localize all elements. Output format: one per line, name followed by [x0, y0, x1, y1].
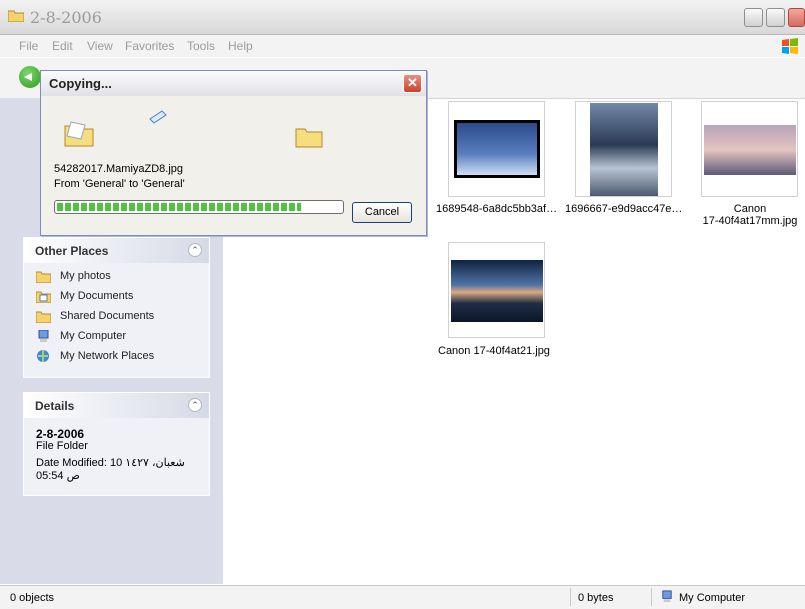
dialog-title: Copying...: [49, 76, 112, 91]
details-time-line: 05:54 ص: [36, 470, 80, 482]
network-icon: [37, 350, 49, 362]
flying-document-icon: [149, 110, 167, 124]
status-divider: [570, 588, 571, 606]
window-titlebar: 2-8-2006: [0, 0, 805, 35]
photo-thumbnail: [451, 260, 543, 322]
copy-progress-fill: [57, 203, 301, 211]
other-places-title: Other Places: [35, 244, 109, 258]
details-date-line: Date Modified: 10 شعبان، ١٤٢٧: [36, 457, 185, 469]
details-panel: Details ⌃ 2-8-2006 File Folder Date Modi…: [23, 392, 210, 496]
cancel-button[interactable]: Cancel: [352, 202, 412, 223]
copy-progress-bar: [54, 200, 344, 214]
menu-help[interactable]: Help: [228, 39, 253, 53]
menu-view[interactable]: View: [87, 39, 113, 53]
other-places-panel: Other Places ⌃ My photos My Documents Sh…: [23, 237, 210, 378]
computer-icon: [38, 330, 49, 342]
destination-folder-icon: [295, 128, 323, 148]
file-caption-line: Canon: [733, 203, 767, 215]
file-thumbnail[interactable]: [575, 101, 672, 197]
copying-filename: 54282017.MamiyaZD8.jpg: [54, 163, 184, 175]
file-caption[interactable]: 1696667-e9d9acc47e…: [565, 203, 682, 215]
menu-favorites[interactable]: Favorites: [125, 39, 174, 53]
my-documents-icon: [36, 291, 51, 303]
photo-thumbnail: [704, 125, 796, 175]
status-divider: [651, 588, 652, 606]
folder-icon: [8, 10, 24, 22]
status-location: My Computer: [679, 592, 746, 604]
status-object-count: 0 objects: [10, 592, 55, 604]
photo-thumbnail: [454, 120, 540, 178]
menu-tools[interactable]: Tools: [187, 39, 215, 53]
status-bar: 0 objects 0 bytes My Computer: [0, 585, 805, 609]
collapse-chevron-icon[interactable]: ⌃: [188, 398, 202, 412]
minimize-button[interactable]: [744, 8, 763, 27]
computer-icon: [662, 590, 672, 603]
file-thumbnail[interactable]: [448, 101, 545, 197]
maximize-button[interactable]: [766, 8, 785, 27]
folder-icon: [36, 271, 51, 283]
status-size: 0 bytes: [578, 592, 614, 604]
close-button[interactable]: [788, 8, 805, 27]
details-header[interactable]: Details ⌃: [24, 393, 209, 418]
details-folder-type: File Folder: [36, 440, 88, 452]
file-thumbnail[interactable]: [448, 242, 545, 338]
details-folder-name: 2-8-2006: [36, 427, 85, 441]
file-thumbnail[interactable]: [701, 101, 798, 197]
file-caption-line: 17-40f4at17mm.jpg: [702, 215, 798, 227]
menu-bar: File Edit View Favorites Tools Help: [0, 35, 805, 57]
copying-from-to: From 'General' to 'General': [54, 178, 185, 190]
copying-dialog: Copying... ✕ 54282017.MamiyaZD8.jpg From…: [40, 70, 427, 236]
other-places-header[interactable]: Other Places ⌃: [24, 238, 209, 263]
dialog-titlebar[interactable]: Copying... ✕: [41, 71, 426, 96]
collapse-chevron-icon[interactable]: ⌃: [188, 243, 202, 257]
file-caption[interactable]: Canon 17-40f4at17mm.jpg: [700, 203, 800, 227]
folder-icon: [36, 311, 51, 323]
source-folder-icon: [64, 121, 94, 147]
photo-thumbnail: [590, 103, 658, 196]
file-caption[interactable]: Canon 17-40f4at21.jpg: [438, 345, 550, 357]
file-caption[interactable]: 1689548-6a8dc5bb3af…: [436, 203, 557, 215]
window-title: 2-8-2006: [30, 8, 102, 27]
windows-logo-icon: [782, 38, 798, 54]
menu-edit[interactable]: Edit: [52, 39, 73, 53]
back-button[interactable]: [19, 66, 41, 88]
details-date-modified: Date Modified: 10 شعبان، ١٤٢٧ 05:54 ص: [36, 457, 206, 483]
dialog-close-button[interactable]: ✕: [403, 74, 422, 93]
details-title: Details: [35, 399, 75, 413]
menu-file[interactable]: File: [19, 39, 38, 53]
